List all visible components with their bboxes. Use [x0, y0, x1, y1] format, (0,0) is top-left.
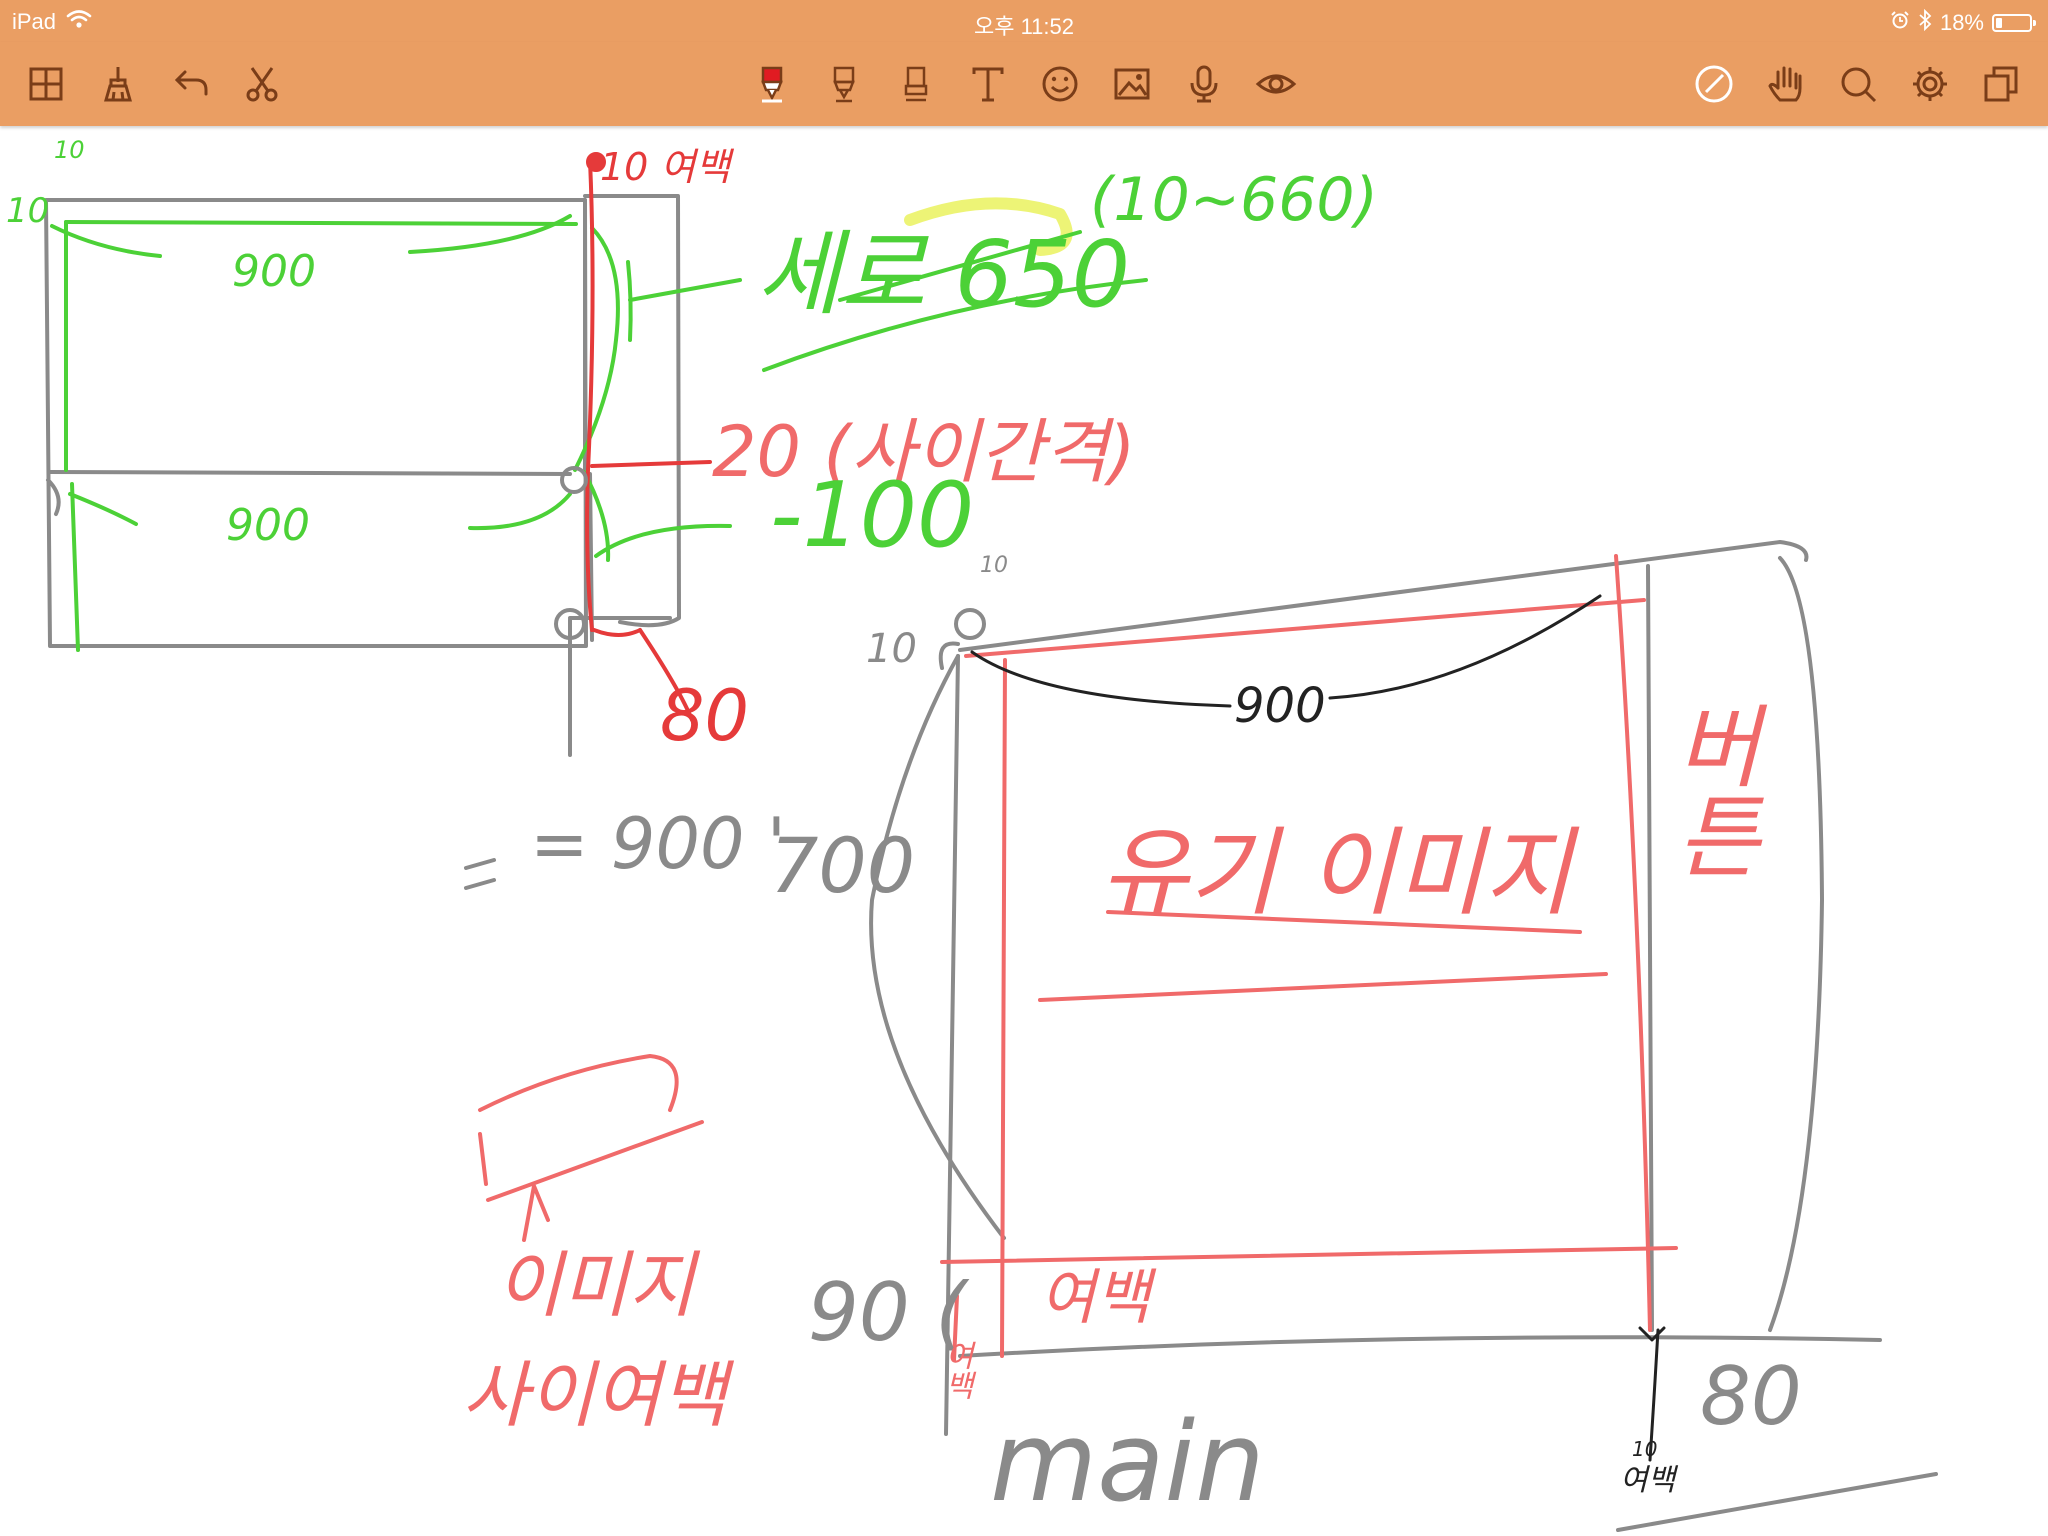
note-width-900-b: 900	[226, 500, 310, 551]
note-tiny-margin: 여백	[1620, 1463, 1679, 1498]
text-icon[interactable]	[960, 56, 1016, 112]
pages-icon[interactable]	[1974, 56, 2030, 112]
note-height-700: 700	[770, 821, 915, 910]
note-image-label: 유기 이미지	[1100, 817, 1580, 929]
note-width-900-a: 900	[232, 246, 316, 297]
upper-green-guides	[50, 214, 742, 652]
note-width-900-right: 900	[1234, 678, 1326, 734]
note-margin: 여백	[1040, 1263, 1157, 1333]
note-range: (10~660)	[1090, 165, 1378, 235]
compass-icon[interactable]	[1686, 56, 1742, 112]
note-margin-small: 여백	[939, 1340, 974, 1400]
hand-icon[interactable]	[1758, 56, 1814, 112]
note-dim-100: -100	[770, 463, 974, 568]
note-dim-80-right: 80	[1700, 1350, 1802, 1443]
note-left-10-right: 10	[866, 626, 917, 672]
alarm-icon	[1890, 10, 1910, 36]
note-canvas[interactable]: 10 10 900 900 10 여백 세로 650 (10~660) 20 (…	[0, 128, 2048, 1536]
note-side-button: 버튼	[1658, 700, 1763, 880]
settings-icon[interactable]	[1902, 56, 1958, 112]
note-height-650: 세로 650	[756, 221, 1130, 328]
bluetooth-icon	[1918, 8, 1932, 37]
search-icon[interactable]	[1830, 56, 1886, 112]
note-main: main	[990, 1398, 1265, 1526]
eye-icon[interactable]	[1248, 56, 1304, 112]
toolbar	[0, 42, 2048, 126]
note-left-10: 10	[6, 191, 49, 231]
note-image-margin-1: 이미지	[496, 1243, 700, 1327]
marker-icon[interactable]	[816, 56, 872, 112]
emoji-icon[interactable]	[1032, 56, 1088, 112]
highlighter-icon[interactable]	[888, 56, 944, 112]
status-bar: iPad 오후 11:52 18%	[0, 0, 2048, 42]
note-image-margin-2: 사이여백	[462, 1353, 735, 1437]
undo-icon[interactable]	[162, 56, 218, 112]
note-top-10: 10	[54, 136, 85, 164]
note-equals-900: = 900 '	[530, 803, 786, 885]
note-margin-top: 10 여백	[600, 145, 734, 189]
note-tiny-10: 10	[1632, 1437, 1657, 1461]
battery-fill	[1996, 18, 2002, 28]
scissors-icon[interactable]	[234, 56, 290, 112]
grid-view-icon[interactable]	[18, 56, 74, 112]
battery-percent: 18%	[1939, 10, 1984, 35]
microphone-icon[interactable]	[1176, 56, 1232, 112]
note-top-10-right: 10	[980, 553, 1008, 578]
cleaner-icon[interactable]	[90, 56, 146, 112]
pen-icon[interactable]	[744, 56, 800, 112]
status-time: 오후 11:52	[973, 14, 1074, 39]
note-dim-80-upper: 80	[660, 675, 749, 757]
battery-icon	[1992, 14, 2036, 32]
image-icon[interactable]	[1104, 56, 1160, 112]
